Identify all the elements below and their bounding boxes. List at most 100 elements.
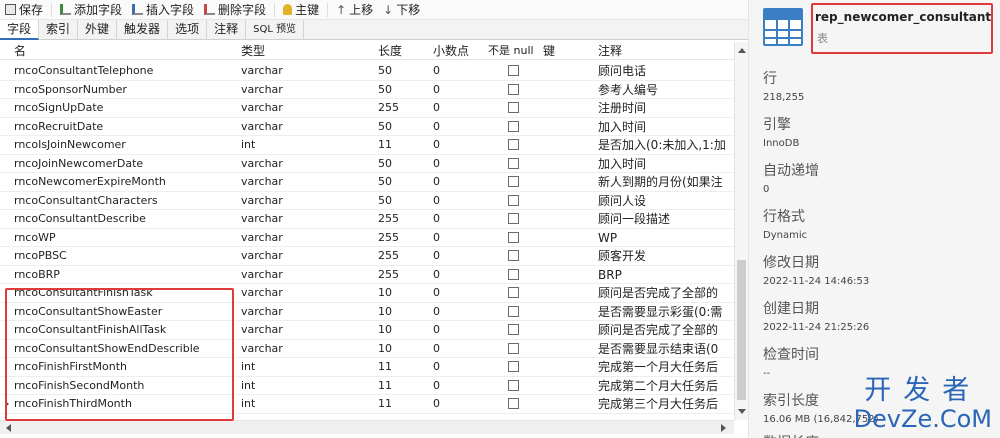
field-type-cell[interactable]: varchar bbox=[241, 303, 371, 321]
field-name-cell[interactable]: rncoJoinNewcomerDate bbox=[14, 155, 236, 173]
scroll-right-icon[interactable] bbox=[721, 424, 726, 432]
field-length-cell[interactable]: 255 bbox=[378, 266, 428, 284]
field-comment-cell[interactable]: 参考人编号 bbox=[598, 81, 733, 99]
scroll-up-icon[interactable] bbox=[738, 48, 746, 53]
field-comment-cell[interactable]: 加入时间 bbox=[598, 118, 733, 136]
field-length-cell[interactable]: 255 bbox=[378, 99, 428, 117]
field-key-cell[interactable] bbox=[543, 62, 593, 80]
field-key-cell[interactable] bbox=[543, 192, 593, 210]
table-row[interactable]: rncoSponsorNumber varchar 50 0 参考人编号 bbox=[0, 81, 734, 99]
field-length-cell[interactable]: 255 bbox=[378, 229, 428, 247]
not-null-checkbox[interactable] bbox=[508, 157, 519, 169]
field-comment-cell[interactable]: 是否加入(0:未加入,1:加 bbox=[598, 136, 733, 154]
field-name-cell[interactable]: rncoFinishThirdMonth bbox=[14, 395, 236, 413]
field-decimal-cell[interactable]: 0 bbox=[433, 377, 483, 395]
tab-fields[interactable]: 字段 bbox=[0, 20, 40, 40]
not-null-checkbox[interactable] bbox=[508, 213, 519, 224]
field-decimal-cell[interactable]: 0 bbox=[433, 395, 483, 413]
scroll-left-icon[interactable] bbox=[6, 424, 11, 432]
field-type-cell[interactable]: varchar bbox=[241, 266, 371, 284]
field-length-cell[interactable]: 50 bbox=[378, 62, 428, 80]
field-name-cell[interactable]: rncoConsultantShowEaster bbox=[14, 303, 236, 321]
field-decimal-cell[interactable]: 0 bbox=[433, 266, 483, 284]
col-header-name[interactable]: 名 bbox=[14, 42, 26, 60]
tab-sql-preview[interactable]: SQL 预览 bbox=[246, 20, 305, 40]
table-row[interactable]: rncoFinishThirdMonth int 11 0 完成第三个月大任务后 bbox=[0, 395, 734, 414]
field-length-cell[interactable]: 10 bbox=[378, 340, 428, 358]
scroll-thumb[interactable] bbox=[737, 260, 746, 400]
field-name-cell[interactable]: rncoConsultantCharacters bbox=[14, 192, 236, 210]
delete-field-button[interactable]: 删除字段 bbox=[199, 0, 271, 20]
table-row[interactable]: rncoJoinNewcomerDate varchar 50 0 加入时间 bbox=[0, 155, 734, 173]
field-type-cell[interactable]: varchar bbox=[241, 62, 371, 80]
field-decimal-cell[interactable]: 0 bbox=[433, 136, 483, 154]
not-null-checkbox[interactable] bbox=[508, 287, 519, 298]
field-decimal-cell[interactable]: 0 bbox=[433, 62, 483, 80]
field-key-cell[interactable] bbox=[543, 303, 593, 321]
field-decimal-cell[interactable]: 0 bbox=[433, 118, 483, 136]
not-null-checkbox[interactable] bbox=[508, 176, 519, 187]
field-decimal-cell[interactable]: 0 bbox=[433, 173, 483, 191]
not-null-checkbox[interactable] bbox=[508, 250, 519, 261]
field-key-cell[interactable] bbox=[543, 358, 593, 376]
field-type-cell[interactable]: varchar bbox=[241, 81, 371, 99]
field-name-cell[interactable]: rncoSponsorNumber bbox=[14, 81, 236, 99]
tab-comment[interactable]: 注释 bbox=[207, 20, 247, 40]
table-row[interactable]: rncoConsultantTelephone varchar 50 0 顾问电话 bbox=[0, 62, 734, 81]
field-length-cell[interactable]: 10 bbox=[378, 321, 428, 339]
field-length-cell[interactable]: 255 bbox=[378, 210, 428, 228]
tab-options[interactable]: 选项 bbox=[168, 20, 208, 40]
field-comment-cell[interactable]: 顾问是否完成了全部的 bbox=[598, 284, 733, 302]
col-header-not-null[interactable]: 不是 null bbox=[488, 42, 534, 60]
not-null-checkbox[interactable] bbox=[508, 231, 519, 243]
field-comment-cell[interactable]: 顾问电话 bbox=[598, 62, 733, 80]
field-length-cell[interactable]: 50 bbox=[378, 118, 428, 136]
not-null-checkbox[interactable] bbox=[508, 268, 519, 280]
scroll-down-icon[interactable] bbox=[738, 409, 746, 414]
field-length-cell[interactable]: 50 bbox=[378, 81, 428, 99]
field-comment-cell[interactable]: 完成第一个月大任务后 bbox=[598, 358, 733, 376]
field-type-cell[interactable]: varchar bbox=[241, 210, 371, 228]
table-row[interactable]: rncoConsultantDescribe varchar 255 0 顾问一段描述 bbox=[0, 210, 734, 229]
field-name-cell[interactable]: rncoIsJoinNewcomer bbox=[14, 136, 236, 154]
field-comment-cell[interactable]: 顾问是否完成了全部的 bbox=[598, 321, 733, 339]
field-type-cell[interactable]: int bbox=[241, 136, 371, 154]
not-null-checkbox[interactable] bbox=[508, 139, 519, 150]
field-length-cell[interactable]: 11 bbox=[378, 377, 428, 395]
field-type-cell[interactable]: varchar bbox=[241, 340, 371, 358]
field-name-cell[interactable]: rncoFinishSecondMonth bbox=[14, 377, 236, 395]
not-null-checkbox[interactable] bbox=[508, 305, 519, 317]
not-null-checkbox[interactable] bbox=[508, 65, 519, 76]
field-type-cell[interactable]: varchar bbox=[241, 321, 371, 339]
move-up-button[interactable]: ↑ 上移 bbox=[331, 0, 378, 20]
field-name-cell[interactable]: rncoNewcomerExpireMonth bbox=[14, 173, 236, 191]
table-row[interactable]: rncoConsultantShowEndDescrible varchar 10 0… bbox=[0, 340, 734, 358]
field-comment-cell[interactable]: 加入时间 bbox=[598, 155, 733, 173]
field-comment-cell[interactable]: BRP bbox=[598, 266, 733, 284]
not-null-checkbox[interactable] bbox=[508, 102, 519, 113]
field-key-cell[interactable] bbox=[543, 99, 593, 117]
field-name-cell[interactable]: rncoRecruitDate bbox=[14, 118, 236, 136]
field-comment-cell[interactable]: 顾问人设 bbox=[598, 192, 733, 210]
col-header-comment[interactable]: 注释 bbox=[598, 42, 622, 60]
field-name-cell[interactable]: rncoConsultantFinishTask bbox=[14, 284, 236, 302]
field-key-cell[interactable] bbox=[543, 81, 593, 99]
field-key-cell[interactable] bbox=[543, 266, 593, 284]
table-row[interactable]: rncoIsJoinNewcomer int 11 0 是否加入(0:未加入,1:加 bbox=[0, 136, 734, 155]
field-key-cell[interactable] bbox=[543, 321, 593, 339]
not-null-checkbox[interactable] bbox=[508, 398, 519, 409]
tab-foreign-keys[interactable]: 外键 bbox=[78, 20, 118, 40]
table-row[interactable]: rncoFinishSecondMonth int 11 0 完成第二个月大任务后 bbox=[0, 377, 734, 395]
field-name-cell[interactable]: rncoBRP bbox=[14, 266, 236, 284]
col-header-length[interactable]: 长度 bbox=[378, 42, 402, 60]
field-key-cell[interactable] bbox=[543, 210, 593, 228]
not-null-checkbox[interactable] bbox=[508, 194, 519, 206]
field-length-cell[interactable]: 11 bbox=[378, 395, 428, 413]
field-decimal-cell[interactable]: 0 bbox=[433, 284, 483, 302]
horizontal-scrollbar[interactable] bbox=[0, 420, 734, 434]
field-decimal-cell[interactable]: 0 bbox=[433, 81, 483, 99]
not-null-checkbox[interactable] bbox=[508, 361, 519, 372]
field-decimal-cell[interactable]: 0 bbox=[433, 229, 483, 247]
table-row[interactable]: rncoFinishFirstMonth int 11 0 完成第一个月大任务后 bbox=[0, 358, 734, 377]
field-name-cell[interactable]: rncoWP bbox=[14, 229, 236, 247]
